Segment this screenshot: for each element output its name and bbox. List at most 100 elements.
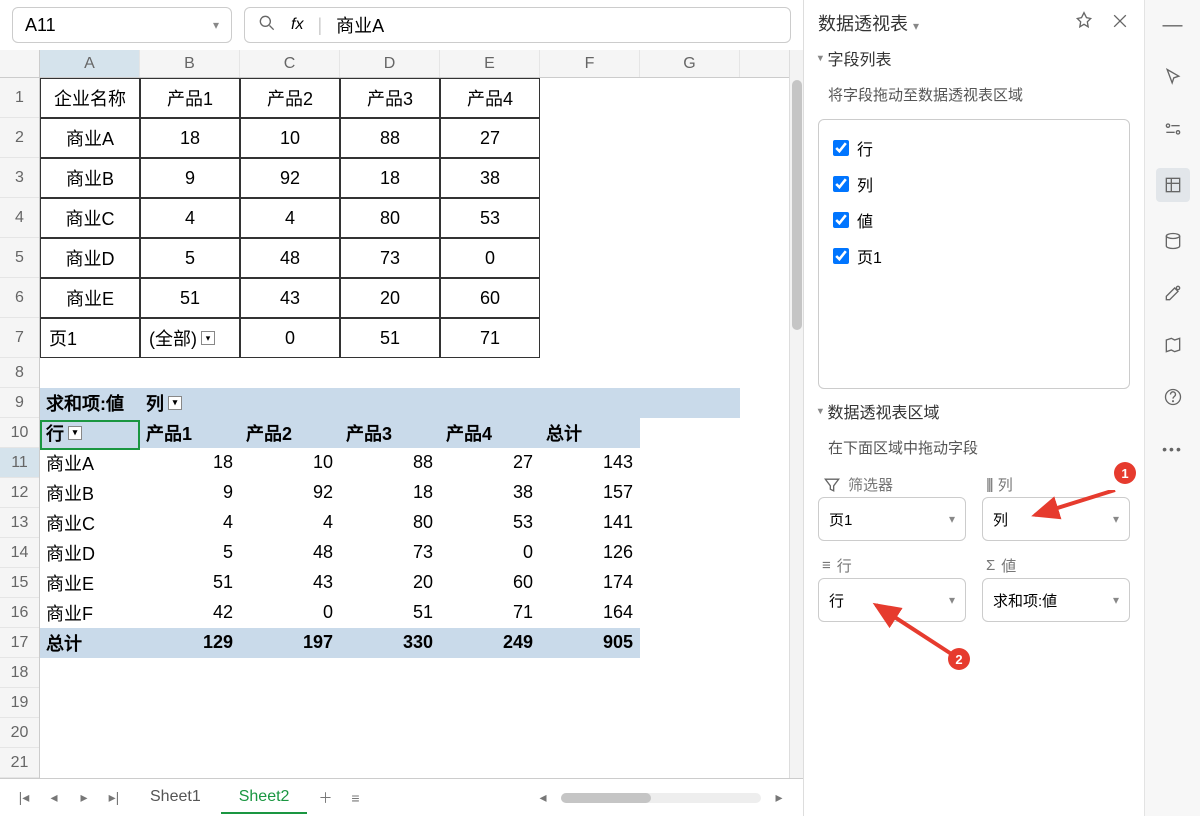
chevron-down-icon[interactable]: ▾ [949, 512, 955, 526]
field-list-item[interactable]: 行 [833, 130, 1115, 166]
cell[interactable]: 88 [340, 448, 440, 478]
cell-reference-box[interactable]: A11 ▾ [12, 7, 232, 43]
cell[interactable]: 92 [240, 158, 340, 198]
cell[interactable] [640, 538, 740, 568]
cell[interactable]: 129 [140, 628, 240, 658]
column-headers[interactable]: ABCDEFG [40, 50, 789, 78]
row-header[interactable]: 19 [0, 688, 39, 718]
tab-nav-prev-icon[interactable]: ◂ [42, 786, 66, 810]
cell[interactable]: 列▾ [140, 388, 240, 418]
sheet-tab[interactable]: Sheet1 [132, 782, 219, 814]
field-checkbox[interactable] [833, 140, 849, 156]
cell[interactable]: 174 [540, 568, 640, 598]
field-checkbox[interactable] [833, 212, 849, 228]
cell[interactable]: 9 [140, 158, 240, 198]
cell[interactable]: 73 [340, 538, 440, 568]
cell[interactable]: 38 [440, 158, 540, 198]
cell[interactable]: 0 [240, 318, 340, 358]
cell[interactable]: 产品1 [140, 78, 240, 118]
row-header[interactable]: 2 [0, 118, 39, 158]
cell[interactable] [640, 78, 740, 118]
cell[interactable]: 51 [340, 318, 440, 358]
cell[interactable]: 商业A [40, 118, 140, 158]
row-header[interactable]: 21 [0, 748, 39, 778]
cell[interactable]: 求和项:値 [40, 388, 140, 418]
cell[interactable]: 商业E [40, 568, 140, 598]
close-icon[interactable] [1110, 11, 1130, 36]
row-header[interactable]: 17 [0, 628, 39, 658]
cell[interactable] [340, 388, 440, 418]
row-header[interactable]: 5 [0, 238, 39, 278]
row-header[interactable]: 4 [0, 198, 39, 238]
cell[interactable] [240, 388, 340, 418]
cell[interactable] [540, 238, 640, 278]
cell[interactable]: 71 [440, 598, 540, 628]
cursor-icon[interactable] [1160, 64, 1186, 90]
cell[interactable] [540, 388, 640, 418]
cell[interactable]: 0 [440, 238, 540, 278]
map-icon[interactable] [1160, 332, 1186, 358]
cell[interactable]: 51 [140, 278, 240, 318]
cell[interactable] [440, 388, 540, 418]
row-header[interactable]: 9 [0, 388, 39, 418]
cell[interactable]: 20 [340, 568, 440, 598]
row-headers[interactable]: 12345678910111213141516171819202122 [0, 50, 40, 778]
cell[interactable]: 42 [140, 598, 240, 628]
cell[interactable]: 18 [340, 158, 440, 198]
cell[interactable]: 5 [140, 238, 240, 278]
horizontal-scrollbar[interactable] [561, 793, 761, 803]
cell[interactable] [640, 118, 740, 158]
minimize-icon[interactable]: — [1160, 12, 1186, 38]
cell[interactable]: 企业名称 [40, 78, 140, 118]
row-header[interactable]: 8 [0, 358, 39, 388]
cell[interactable]: 53 [440, 198, 540, 238]
cell[interactable]: 产品4 [440, 418, 540, 448]
cell[interactable]: 126 [540, 538, 640, 568]
cell[interactable]: 80 [340, 198, 440, 238]
cell[interactable]: 141 [540, 508, 640, 538]
cell[interactable]: 60 [440, 278, 540, 318]
chevron-down-icon[interactable]: ▾ [1113, 512, 1119, 526]
sheet-menu-icon[interactable]: ≡ [343, 786, 367, 810]
tools-icon[interactable] [1160, 280, 1186, 306]
cell[interactable]: 164 [540, 598, 640, 628]
cell[interactable]: 产品3 [340, 418, 440, 448]
cell[interactable]: 51 [140, 568, 240, 598]
field-checkbox[interactable] [833, 176, 849, 192]
scrollbar-thumb[interactable] [792, 80, 802, 330]
sheet-tab[interactable]: Sheet2 [221, 782, 308, 814]
cell[interactable]: 总计 [40, 628, 140, 658]
cell[interactable]: 4 [240, 198, 340, 238]
cell[interactable]: 0 [440, 538, 540, 568]
cell[interactable]: 88 [340, 118, 440, 158]
cell[interactable]: 92 [240, 478, 340, 508]
cell[interactable] [540, 78, 640, 118]
cell[interactable]: 43 [240, 278, 340, 318]
row-header[interactable]: 20 [0, 718, 39, 748]
cell[interactable]: 249 [440, 628, 540, 658]
column-header[interactable]: B [140, 50, 240, 77]
cell[interactable]: 4 [140, 508, 240, 538]
field-list-item[interactable]: 値 [833, 202, 1115, 238]
cell[interactable]: 0 [240, 598, 340, 628]
row-header[interactable]: 3 [0, 158, 39, 198]
cell[interactable]: 商业F [40, 598, 140, 628]
cell[interactable]: 48 [240, 538, 340, 568]
cell[interactable]: 51 [340, 598, 440, 628]
more-icon[interactable]: ••• [1160, 436, 1186, 462]
cell[interactable]: 53 [440, 508, 540, 538]
cell[interactable]: 18 [140, 448, 240, 478]
cell[interactable] [640, 418, 740, 448]
chevron-down-icon[interactable]: ▾ [949, 593, 955, 607]
cell[interactable]: 38 [440, 478, 540, 508]
cell[interactable] [640, 318, 740, 358]
pivot-table-icon[interactable] [1156, 168, 1190, 202]
cell[interactable] [640, 388, 740, 418]
cell[interactable] [640, 628, 740, 658]
field-list[interactable]: 行列値页1 [818, 119, 1130, 389]
cell[interactable] [640, 598, 740, 628]
column-area-box[interactable]: 列▾ [982, 497, 1130, 541]
cell[interactable] [540, 198, 640, 238]
cell[interactable] [540, 118, 640, 158]
cell[interactable] [640, 158, 740, 198]
